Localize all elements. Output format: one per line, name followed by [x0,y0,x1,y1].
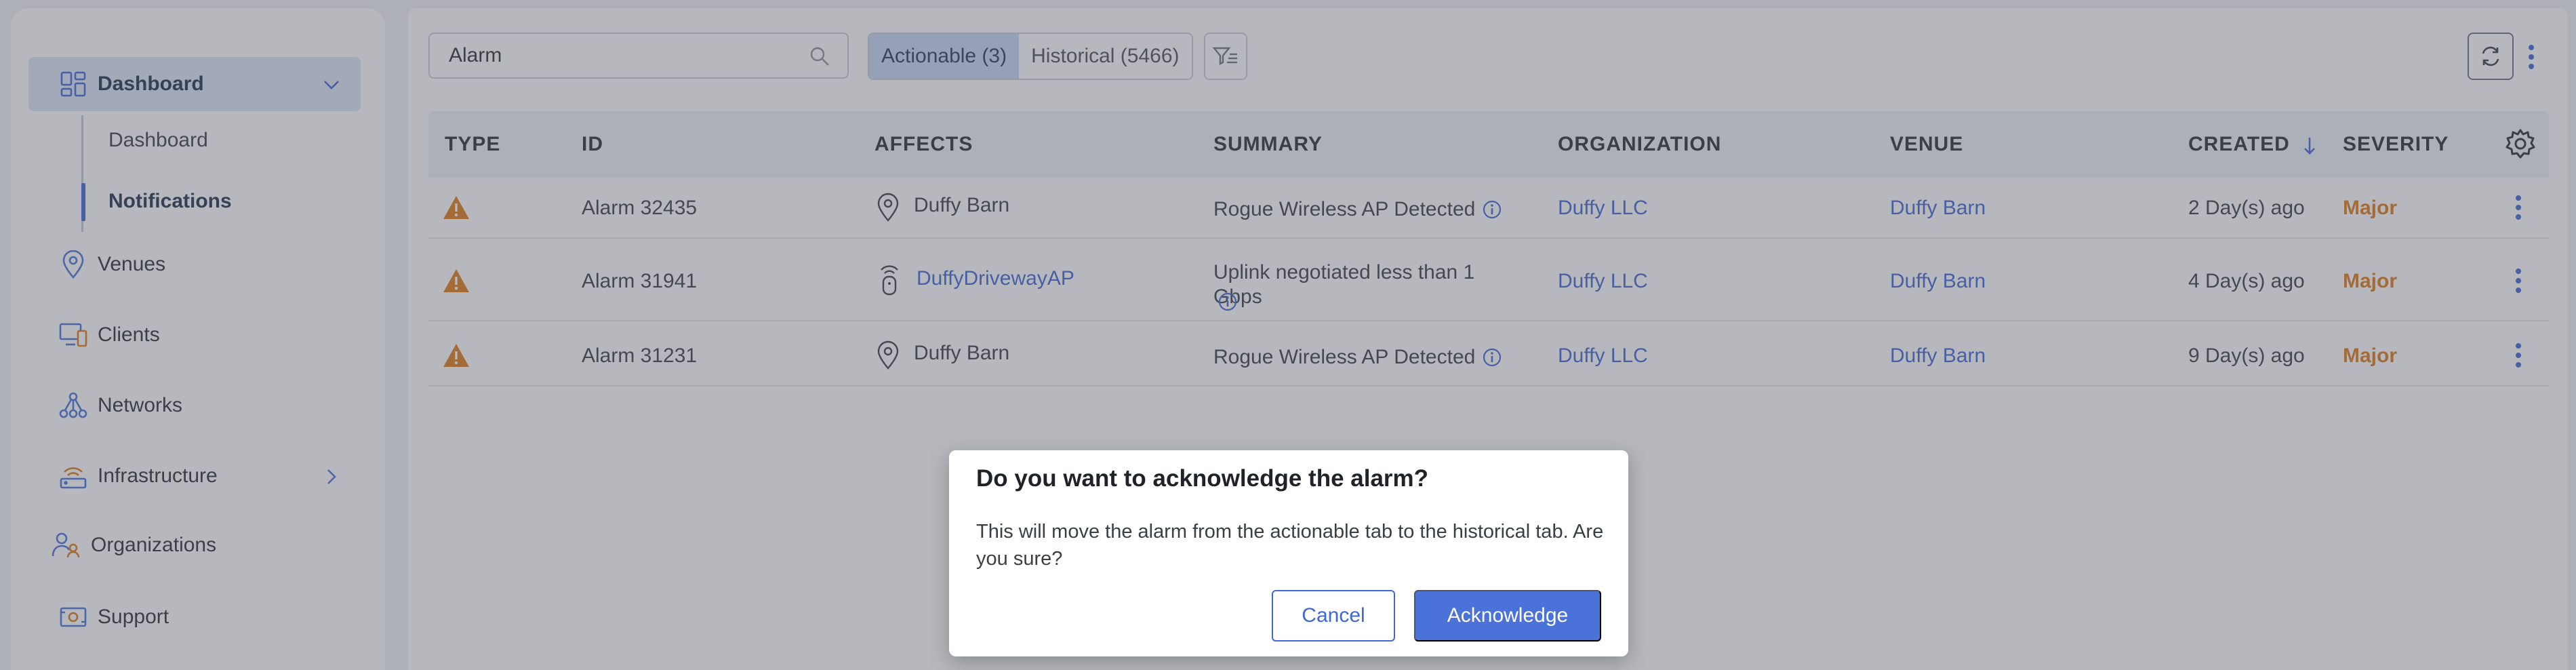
dialog-title: Do you want to acknowledge the alarm? [976,465,1429,492]
dialog-message: This will move the alarm from the action… [976,521,1604,570]
acknowledge-button[interactable]: Acknowledge [1414,590,1601,642]
acknowledge-dialog: Do you want to acknowledge the alarm? Th… [949,450,1628,656]
cancel-button[interactable]: Cancel [1272,590,1395,642]
